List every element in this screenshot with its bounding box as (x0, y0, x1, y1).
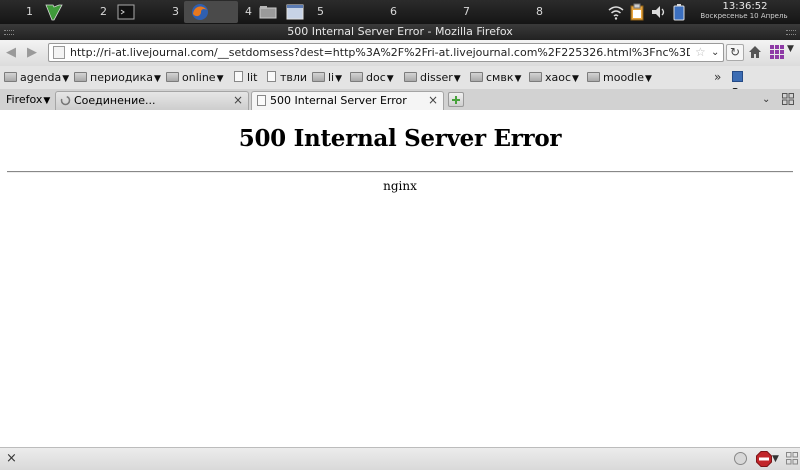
url-input[interactable]: http://ri-at.livejournal.com/__setdomses… (70, 44, 690, 61)
tab-groups-icon[interactable] (782, 93, 794, 105)
url-bar[interactable]: http://ri-at.livejournal.com/__setdomses… (48, 43, 724, 62)
close-find-bar-icon[interactable]: × (6, 450, 17, 468)
firefox-icon[interactable] (190, 2, 210, 22)
desktop-taskbar: 1 2 3 4 5 6 7 8 13:36:52 Воскресенье 10 … (0, 0, 800, 24)
firefox-menu-button[interactable]: Firefox▼ (6, 91, 50, 108)
bookmark-lit[interactable]: lit (234, 70, 257, 85)
page-title: 500 Internal Server Error (238, 125, 562, 152)
url-history-dropdown-icon[interactable]: ⌄ (711, 44, 719, 61)
clock-time[interactable]: 13:36:52 (712, 1, 778, 12)
workspace-3[interactable]: 3 (172, 0, 179, 24)
horizontal-divider (7, 171, 793, 173)
titlebar-left-grip-icon (4, 30, 14, 35)
folder-icon (529, 72, 542, 82)
tab-label: Соединение... (74, 94, 156, 107)
folder-icon (404, 72, 417, 82)
bookmark-folder-khaos[interactable]: хаос▼ (529, 70, 579, 85)
chevron-down-icon: ▼ (153, 74, 161, 84)
window-icon[interactable] (285, 2, 305, 22)
workspace-4[interactable]: 4 (245, 0, 252, 24)
tab-strip: Firefox▼ Соединение... × 500 Internal Se… (0, 89, 800, 111)
addon-status-icon[interactable] (734, 452, 747, 465)
folder-icon (312, 72, 325, 82)
reload-icon[interactable]: ↻ (726, 44, 744, 61)
chevron-down-icon: ▼ (514, 74, 522, 84)
battery-icon[interactable] (672, 3, 686, 21)
workspace-6[interactable]: 6 (390, 0, 397, 24)
bookmark-star-icon[interactable]: ☆ (695, 44, 706, 61)
workspace-8[interactable]: 8 (536, 0, 543, 24)
chevron-down-icon: ▼ (62, 74, 70, 84)
bookmark-folder-online[interactable]: online▼ (166, 70, 223, 85)
clock-date: Воскресенье 10 Апрель (700, 12, 788, 20)
titlebar-right-grip-icon (786, 30, 796, 35)
bookmarks-menu-button[interactable]: Закладки (732, 70, 800, 99)
terminal-icon[interactable] (116, 2, 136, 22)
loading-spinner-icon (60, 95, 71, 106)
bookmark-tvli[interactable]: твли (267, 70, 307, 85)
tab-close-icon[interactable]: × (233, 92, 243, 109)
chevron-down-icon: ▼ (386, 74, 394, 84)
adblock-dropdown-icon[interactable]: ▼ (772, 451, 779, 467)
chevron-down-icon: ▼ (644, 74, 652, 84)
folder-icon (4, 72, 17, 82)
window-titlebar[interactable]: 500 Internal Server Error - Mozilla Fire… (0, 24, 800, 40)
file-manager-icon[interactable] (258, 2, 278, 22)
wifi-icon[interactable] (607, 3, 625, 21)
new-tab-plus-icon[interactable] (448, 92, 464, 107)
tab-500-error[interactable]: 500 Internal Server Error × (251, 91, 444, 110)
home-icon[interactable] (748, 45, 762, 59)
bookmark-folder-doc[interactable]: doc▼ (350, 70, 394, 85)
bookmark-folder-li[interactable]: li▼ (312, 70, 342, 85)
clipboard-icon[interactable] (628, 3, 646, 21)
tab-label: 500 Internal Server Error (270, 94, 407, 107)
chevron-down-icon: ▼ (43, 96, 51, 106)
bookmark-folder-smvk[interactable]: смвк▼ (470, 70, 521, 85)
page-content: 500 Internal Server Error nginx (0, 110, 800, 447)
speed-dial-grid-icon[interactable] (770, 45, 784, 59)
bookmark-folder-periodika[interactable]: периодика▼ (74, 70, 161, 85)
folder-icon (350, 72, 363, 82)
bookmark-folder-disser[interactable]: disser▼ (404, 70, 461, 85)
resize-grip-icon[interactable] (786, 452, 798, 465)
page-favicon-icon (53, 46, 65, 59)
back-arrow-icon[interactable]: ◀ (4, 46, 18, 60)
server-name: nginx (383, 179, 417, 193)
folder-icon (166, 72, 179, 82)
bookmarks-overflow-button[interactable]: » (714, 70, 721, 85)
window-title: 500 Internal Server Error - Mozilla Fire… (287, 25, 513, 38)
chevron-down-icon: ▼ (572, 74, 579, 84)
bookmarks-icon (732, 71, 743, 82)
chevron-down-icon: ▼ (335, 74, 343, 84)
folder-icon (587, 72, 600, 82)
volume-icon[interactable] (650, 3, 668, 21)
adblock-plus-icon[interactable] (756, 451, 772, 467)
tab-connecting[interactable]: Соединение... × (55, 91, 249, 110)
forward-arrow-icon[interactable]: ▶ (25, 46, 39, 60)
workspace-2[interactable]: 2 (100, 0, 107, 24)
list-all-tabs-chevron-icon[interactable]: ⌄ (762, 91, 770, 108)
vim-icon[interactable] (44, 2, 64, 22)
workspace-7[interactable]: 7 (463, 0, 470, 24)
navigation-toolbar: ◀ ▶ http://ri-at.livejournal.com/__setdo… (0, 40, 800, 67)
workspace-1[interactable]: 1 (26, 0, 33, 24)
page-icon (257, 95, 266, 106)
status-bar: × ▼ (0, 447, 800, 470)
speed-dial-dropdown-icon[interactable]: ▼ (787, 44, 794, 54)
folder-icon (470, 72, 483, 82)
page-icon (267, 71, 276, 82)
bookmark-folder-agenda[interactable]: agenda▼ (4, 70, 69, 85)
bookmarks-toolbar: agenda▼ периодика▼ online▼ lit твли li▼ … (0, 66, 800, 99)
page-icon (234, 71, 243, 82)
chevron-down-icon: ▼ (216, 74, 224, 84)
bookmark-folder-moodle[interactable]: moodle▼ (587, 70, 652, 85)
workspace-5[interactable]: 5 (317, 0, 324, 24)
chevron-down-icon: ▼ (453, 74, 461, 84)
folder-icon (74, 72, 87, 82)
tab-close-icon[interactable]: × (428, 92, 438, 109)
